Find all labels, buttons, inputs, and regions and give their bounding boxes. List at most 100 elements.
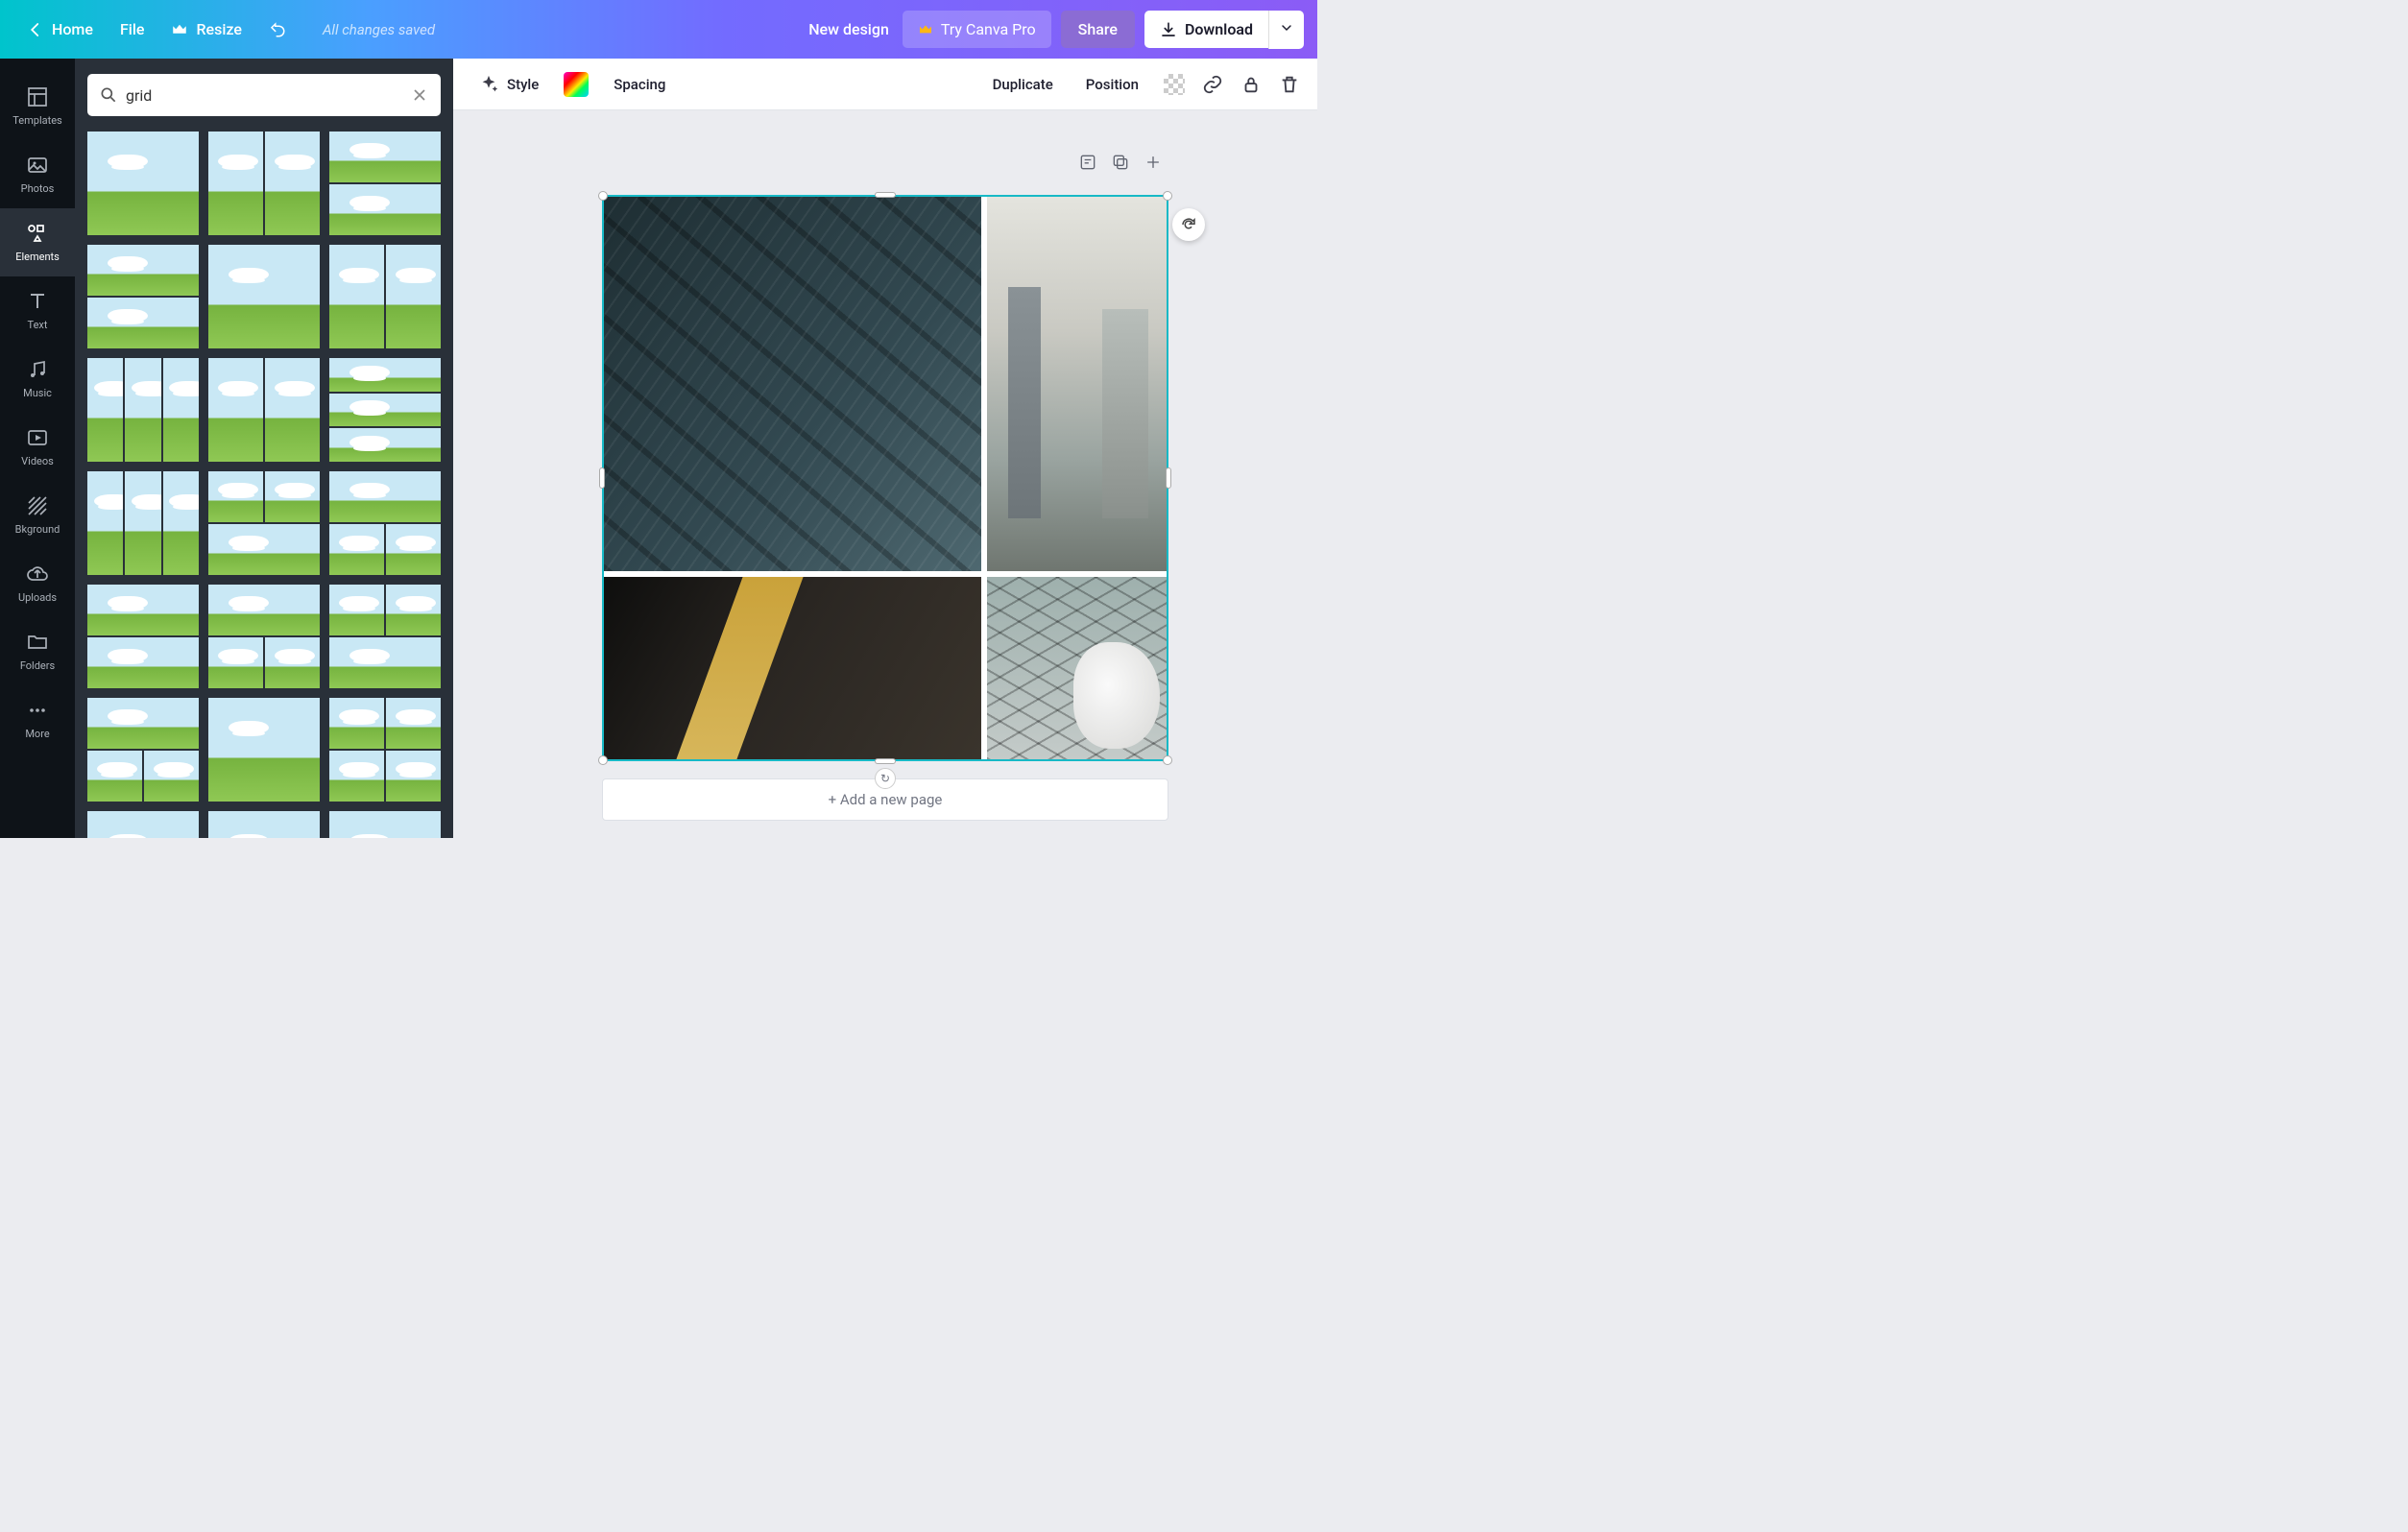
selection-edge[interactable] [875,192,896,198]
download-icon [1160,21,1177,38]
sidebar-item-label: Elements [15,251,60,263]
canvas-area: Style Spacing Duplicate Position [453,59,1317,838]
new-design-button[interactable]: New design [795,12,903,46]
grid-option[interactable] [87,358,199,462]
add-page-icon[interactable] [1144,153,1163,172]
trash-icon[interactable] [1279,74,1300,95]
grid-cell-image[interactable] [987,197,1167,571]
search-input[interactable] [118,86,410,105]
sidebar-item-videos[interactable]: Videos [0,413,75,481]
grid-option[interactable] [208,471,320,575]
notes-icon[interactable] [1078,153,1097,172]
sidebar-item-label: Music [23,387,52,399]
folders-icon [26,631,49,654]
sidebar-item-templates[interactable]: Templates [0,72,75,140]
search-box[interactable] [87,74,441,116]
grid-option[interactable] [329,358,441,462]
grid-option[interactable] [87,245,199,348]
grid-option[interactable] [208,358,320,462]
selection-edge[interactable] [599,467,605,489]
crown-icon [918,22,933,37]
grid-option[interactable] [208,698,320,802]
grid-frame[interactable] [604,197,1167,759]
sidebar-item-background[interactable]: Bkground [0,481,75,549]
grid-option[interactable] [208,245,320,348]
download-button[interactable]: Download [1144,11,1268,48]
selection-handle[interactable] [1163,755,1172,765]
refresh-icon [1180,216,1197,233]
download-label: Download [1185,20,1253,38]
home-label: Home [52,20,93,38]
photos-icon [26,154,49,177]
chevron-left-icon [27,21,44,38]
selection-edge[interactable] [875,758,896,764]
sidebar-item-label: Photos [21,182,55,195]
grid-option[interactable] [329,471,441,575]
try-pro-label: Try Canva Pro [941,20,1036,38]
grid-cell-image[interactable] [987,577,1167,759]
grid-option[interactable] [329,811,441,838]
sidebar-item-photos[interactable]: Photos [0,140,75,208]
canvas-viewport[interactable]: ↻ + Add a new page [453,110,1317,838]
sparkle-icon [478,74,499,95]
color-swatch[interactable] [564,72,589,97]
download-dropdown[interactable] [1268,11,1304,49]
transparency-button[interactable] [1164,74,1185,95]
sidebar-item-label: Templates [12,114,61,127]
undo-button[interactable] [255,13,300,46]
selection-handle[interactable] [598,191,608,201]
grid-option[interactable] [329,132,441,235]
grid-option[interactable] [87,132,199,235]
selection-handle[interactable] [1163,191,1172,201]
refresh-button[interactable] [1172,208,1205,241]
grid-option[interactable] [208,585,320,688]
selection-handle[interactable] [598,755,608,765]
grid-option[interactable] [87,471,199,575]
selection-edge[interactable] [1166,467,1171,489]
try-pro-button[interactable]: Try Canva Pro [903,11,1051,48]
duplicate-page-icon[interactable] [1111,153,1130,172]
grid-cell-image[interactable] [604,197,981,571]
file-menu[interactable]: File [107,12,158,46]
sidebar-item-music[interactable]: Music [0,345,75,413]
link-icon[interactable] [1202,74,1223,95]
style-button[interactable]: Style [470,68,546,101]
elements-icon [26,222,49,245]
position-button[interactable]: Position [1078,70,1146,99]
search-icon [99,85,118,105]
undo-icon [269,21,286,38]
sidebar-item-elements[interactable]: Elements [0,208,75,276]
grid-option[interactable] [329,698,441,802]
crown-icon [171,21,188,38]
vertical-sidebar: Templates Photos Elements Text Music Vid… [0,59,75,838]
sidebar-item-folders[interactable]: Folders [0,617,75,685]
duplicate-button[interactable]: Duplicate [985,70,1061,99]
add-page-button[interactable]: ↻ + Add a new page [602,778,1168,821]
sidebar-item-text[interactable]: Text [0,276,75,345]
grid-option[interactable] [329,245,441,348]
grid-cell-image[interactable] [604,577,981,759]
share-button[interactable]: Share [1061,11,1135,48]
context-toolbar: Style Spacing Duplicate Position [453,59,1317,110]
clear-icon[interactable] [410,85,429,105]
grid-option[interactable] [87,585,199,688]
home-button[interactable]: Home [13,12,107,46]
resize-button[interactable]: Resize [157,12,254,46]
design-page[interactable] [602,195,1168,761]
text-icon [26,290,49,313]
sidebar-item-label: Uploads [18,591,57,604]
templates-icon [26,85,49,108]
grid-option[interactable] [329,585,441,688]
grid-option[interactable] [87,698,199,802]
uploads-icon [26,563,49,586]
sidebar-item-label: Videos [21,455,54,467]
grid-option[interactable] [208,811,320,838]
sidebar-item-more[interactable]: More [0,685,75,754]
videos-icon [26,426,49,449]
sync-icon: ↻ [875,768,896,789]
grid-option[interactable] [87,811,199,838]
grid-option[interactable] [208,132,320,235]
lock-icon[interactable] [1240,74,1262,95]
sidebar-item-uploads[interactable]: Uploads [0,549,75,617]
spacing-button[interactable]: Spacing [606,70,673,99]
